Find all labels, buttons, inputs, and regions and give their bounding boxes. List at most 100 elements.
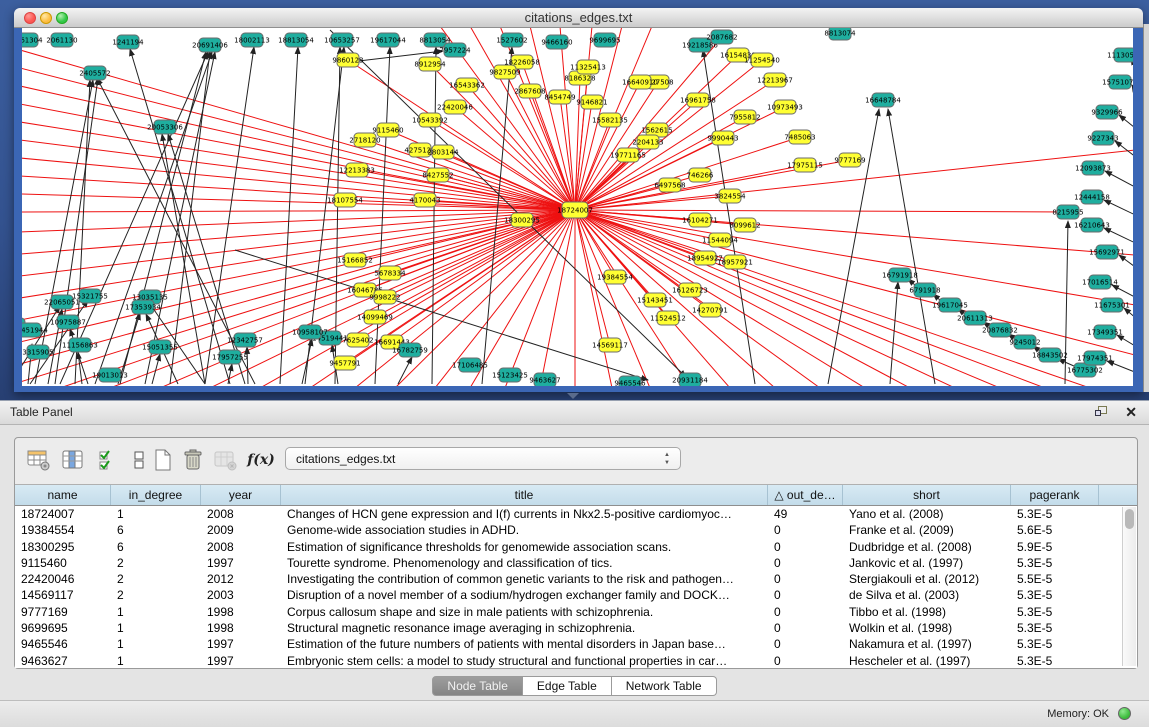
cell-title[interactable]: Structural magnetic resonance image aver… [281, 620, 768, 636]
citation-edge[interactable] [1104, 200, 1133, 222]
table-row[interactable]: 969969511998Structural magnetic resonanc… [15, 620, 1121, 636]
citation-edge[interactable] [1107, 361, 1133, 378]
cell-year[interactable]: 1998 [201, 604, 281, 620]
citation-edge[interactable] [890, 282, 898, 384]
cell-out_de[interactable]: 0 [768, 571, 843, 587]
cell-short[interactable]: de Silva et al. (2003) [843, 587, 1011, 603]
citation-edge[interactable] [1119, 255, 1133, 278]
table-row[interactable]: 946554611997Estimation of the future num… [15, 636, 1121, 652]
cell-name[interactable]: 9115460 [15, 555, 111, 571]
split-pane-handle[interactable] [567, 393, 579, 399]
citation-edge[interactable] [530, 28, 575, 210]
cell-year[interactable]: 2012 [201, 571, 281, 587]
cell-pagerank[interactable]: 5.5E-5 [1011, 571, 1099, 587]
citation-edge[interactable] [120, 52, 206, 384]
close-panel-icon[interactable]: ✕ [1125, 404, 1137, 420]
citation-edge[interactable] [560, 28, 575, 210]
cell-title[interactable]: Estimation of the future numbers of pati… [281, 636, 768, 652]
tab-node-table[interactable]: Node Table [432, 676, 523, 696]
table-row[interactable]: 1830029562008Estimation of significance … [15, 539, 1121, 555]
cell-title[interactable]: Embryonic stem cells: a model to study s… [281, 653, 768, 668]
row-height-icon[interactable] [125, 446, 153, 474]
column-header-year[interactable]: year [201, 485, 281, 505]
cell-out_de[interactable]: 0 [768, 653, 843, 668]
citation-edge[interactable] [22, 104, 575, 210]
table-row[interactable]: 977716911998Corpus callosum shape and si… [15, 604, 1121, 620]
citation-edge[interactable] [22, 210, 575, 364]
cell-short[interactable]: Dudbridge et al. (2008) [843, 539, 1011, 555]
column-header-out_de[interactable]: △ out_de… [768, 485, 843, 505]
citation-edge[interactable] [1132, 85, 1133, 118]
citation-edge[interactable] [505, 210, 575, 386]
cell-short[interactable]: Jankovic et al. (1997) [843, 555, 1011, 571]
cell-name[interactable]: 9465546 [15, 636, 111, 652]
citation-edge[interactable] [78, 352, 82, 384]
cell-year[interactable]: 2008 [201, 539, 281, 555]
citation-edge[interactable] [575, 210, 745, 225]
citation-edge[interactable] [22, 86, 575, 210]
cell-short[interactable]: Hescheler et al. (1997) [843, 653, 1011, 668]
citation-edge[interactable] [1105, 171, 1133, 195]
cell-pagerank[interactable]: 5.6E-5 [1011, 522, 1099, 538]
cell-name[interactable]: 22420046 [15, 571, 111, 587]
citation-edge[interactable] [395, 210, 575, 386]
delete-table-icon[interactable] [179, 446, 207, 474]
cell-short[interactable]: Stergiakouli et al. (2012) [843, 571, 1011, 587]
cell-in_degree[interactable]: 1 [111, 636, 201, 652]
cell-year[interactable]: 2003 [201, 587, 281, 603]
citation-edge[interactable] [130, 49, 230, 384]
cell-title[interactable]: Investigating the contribution of common… [281, 571, 768, 587]
cell-out_de[interactable]: 0 [768, 555, 843, 571]
citation-edge[interactable] [1131, 58, 1133, 95]
citation-edge[interactable] [530, 91, 575, 210]
function-builder-icon[interactable]: f(x) [247, 446, 275, 474]
table-row[interactable]: 911546021997Tourette syndrome. Phenomeno… [15, 555, 1121, 571]
cell-title[interactable]: Estimation of significance thresholds fo… [281, 539, 768, 555]
column-header-title[interactable]: title [281, 485, 768, 505]
citation-edge[interactable] [398, 357, 412, 384]
tab-edge-table[interactable]: Edge Table [523, 676, 612, 696]
cell-in_degree[interactable]: 6 [111, 522, 201, 538]
table-row[interactable]: 2242004622012Investigating the contribut… [15, 571, 1121, 587]
cell-year[interactable]: 2008 [201, 506, 281, 522]
cell-year[interactable]: 1997 [201, 555, 281, 571]
citation-edge[interactable] [22, 210, 575, 254]
network-canvas[interactable]: 9860123891295418226058982750981863281654… [22, 28, 1133, 386]
cell-short[interactable]: Nakamura et al. (1997) [843, 636, 1011, 652]
network-graph[interactable]: 9860123891295418226058982750981863281654… [22, 28, 1133, 386]
table-row[interactable]: 1872400712008Changes of HCN gene express… [15, 506, 1121, 522]
cell-short[interactable]: Wolkin et al. (1998) [843, 620, 1011, 636]
citation-edge[interactable] [575, 210, 1068, 212]
cell-title[interactable]: Corpus callosum shape and size in male p… [281, 604, 768, 620]
cell-pagerank[interactable]: 5.3E-5 [1011, 636, 1099, 652]
citation-edge[interactable] [575, 210, 612, 386]
memory-status-indicator[interactable] [1118, 707, 1131, 720]
cell-name[interactable]: 18300295 [15, 539, 111, 555]
cell-year[interactable]: 2009 [201, 522, 281, 538]
scrollbar-thumb[interactable] [1125, 509, 1134, 529]
citation-edge[interactable] [235, 250, 648, 380]
float-panel-icon[interactable] [1095, 406, 1109, 419]
table-row[interactable]: 1456911722003Disruption of a novel membe… [15, 587, 1121, 603]
citation-edge[interactable] [888, 109, 935, 384]
cell-out_de[interactable]: 0 [768, 587, 843, 603]
citation-edge[interactable] [1124, 308, 1133, 330]
tab-network-table[interactable]: Network Table [612, 676, 717, 696]
cell-in_degree[interactable]: 1 [111, 506, 201, 522]
cell-out_de[interactable]: 0 [768, 604, 843, 620]
cell-in_degree[interactable]: 1 [111, 653, 201, 668]
cell-in_degree[interactable]: 2 [111, 555, 201, 571]
citation-edge[interactable] [828, 109, 879, 384]
cell-in_degree[interactable]: 6 [111, 539, 201, 555]
cell-pagerank[interactable]: 5.3E-5 [1011, 555, 1099, 571]
cell-name[interactable]: 19384554 [15, 522, 111, 538]
column-header-name[interactable]: name [15, 485, 111, 505]
cell-name[interactable]: 9699695 [15, 620, 111, 636]
table-settings-icon[interactable] [25, 446, 53, 474]
cell-title[interactable]: Tourette syndrome. Phenomenology and cla… [281, 555, 768, 571]
citation-edge[interactable] [575, 210, 1133, 305]
cell-in_degree[interactable]: 1 [111, 604, 201, 620]
vertical-scrollbar[interactable] [1122, 507, 1136, 666]
cell-name[interactable]: 18724007 [15, 506, 111, 522]
new-document-icon[interactable] [149, 446, 177, 474]
